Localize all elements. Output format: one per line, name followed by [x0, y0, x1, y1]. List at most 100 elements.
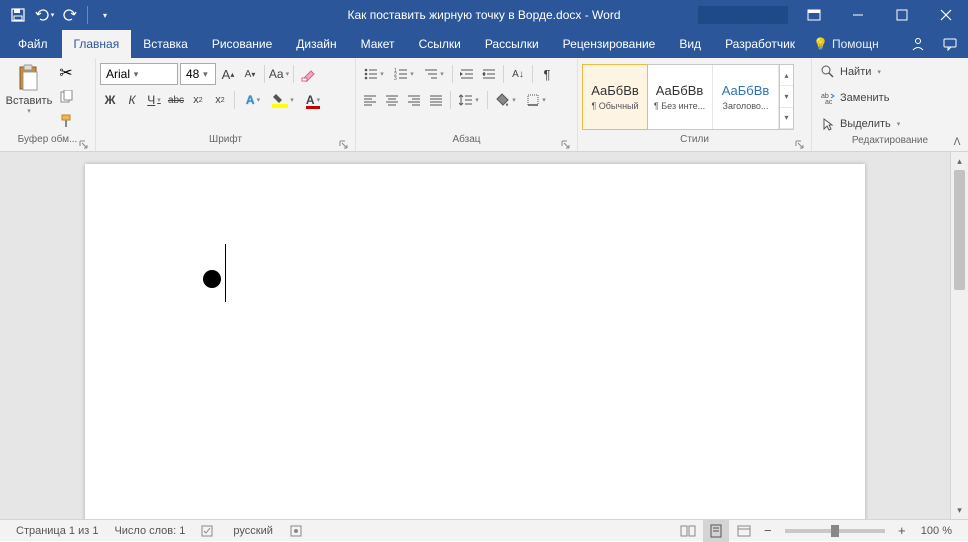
tab-draw[interactable]: Рисование [200, 30, 284, 58]
styles-scroll-down[interactable]: ▾ [780, 86, 793, 107]
svg-text:ac: ac [825, 99, 833, 105]
qat-customize-button[interactable]: ▾ [93, 3, 117, 27]
shrink-font-button[interactable]: A▾ [240, 63, 260, 85]
zoom-in-button[interactable]: + [893, 522, 911, 540]
comments-button[interactable] [940, 34, 960, 54]
styles-scroll-up[interactable]: ▴ [780, 65, 793, 86]
find-button[interactable]: Найти ▾ [816, 61, 904, 83]
document-viewport[interactable] [0, 152, 950, 519]
svg-text:3: 3 [394, 76, 397, 80]
underline-button[interactable]: Ч [144, 89, 164, 111]
status-language[interactable]: русский [225, 520, 280, 541]
tell-me-search[interactable]: 💡 Помощн [813, 30, 879, 58]
vertical-scrollbar[interactable]: ▴ ▾ [950, 152, 968, 519]
font-name-combo[interactable]: Arial▾ [100, 63, 178, 85]
maximize-button[interactable] [880, 0, 924, 30]
view-read-mode[interactable] [675, 520, 701, 542]
font-group-label: Шрифт [209, 134, 242, 145]
document-page[interactable] [85, 164, 865, 519]
align-center-button[interactable] [382, 89, 402, 111]
align-right-button[interactable] [404, 89, 424, 111]
paragraph-launcher[interactable] [561, 140, 571, 150]
zoom-level[interactable]: 100 % [913, 525, 960, 537]
status-page[interactable]: Страница 1 из 1 [8, 520, 106, 541]
superscript-button[interactable]: x2 [210, 89, 230, 111]
change-case-button[interactable]: Aa [269, 63, 289, 85]
cut-button[interactable]: ✂ [56, 63, 76, 83]
subscript-button[interactable]: x2 [188, 89, 208, 111]
status-word-count[interactable]: Число слов: 1 [106, 520, 193, 541]
styles-group-label: Стили [680, 134, 709, 145]
tab-view[interactable]: Вид [667, 30, 713, 58]
scroll-down-button[interactable]: ▾ [951, 501, 968, 519]
styles-launcher[interactable] [795, 140, 805, 150]
show-marks-button[interactable]: ¶ [537, 63, 557, 85]
decrease-indent-button[interactable] [457, 63, 477, 85]
view-print-layout[interactable] [703, 520, 729, 542]
font-size-combo[interactable]: 48▾ [180, 63, 216, 85]
tab-insert[interactable]: Вставка [131, 30, 200, 58]
tab-layout[interactable]: Макет [349, 30, 407, 58]
multilevel-list-button[interactable] [420, 63, 448, 85]
minimize-button[interactable] [836, 0, 880, 30]
bullets-button[interactable] [360, 63, 388, 85]
style-normal[interactable]: АаБбВв ¶ Обычный [582, 64, 648, 130]
ribbon-display-options[interactable] [792, 0, 836, 30]
tab-design[interactable]: Дизайн [284, 30, 348, 58]
share-button[interactable] [908, 34, 928, 54]
tab-review[interactable]: Рецензирование [551, 30, 668, 58]
paste-button[interactable]: Вставить ▾ [4, 61, 54, 115]
format-painter-button[interactable] [56, 111, 76, 131]
zoom-slider[interactable] [785, 529, 885, 533]
borders-button[interactable] [522, 89, 550, 111]
tab-mailings[interactable]: Рассылки [473, 30, 551, 58]
undo-button[interactable]: ▾ [32, 3, 56, 27]
strikethrough-button[interactable]: abc [166, 89, 186, 111]
grow-font-button[interactable]: A▴ [218, 63, 238, 85]
highlight-button[interactable] [269, 89, 297, 111]
zoom-slider-handle[interactable] [831, 525, 839, 537]
clear-formatting-button[interactable] [298, 63, 318, 85]
save-button[interactable] [6, 3, 30, 27]
style-heading1[interactable]: АаБбВв Заголово... [713, 65, 779, 129]
text-cursor [225, 244, 226, 302]
italic-button[interactable]: К [122, 89, 142, 111]
line-spacing-button[interactable] [455, 89, 483, 111]
styles-gallery: АаБбВв ¶ Обычный АаБбВв ¶ Без инте... Аа… [582, 64, 794, 130]
view-web-layout[interactable] [731, 520, 757, 542]
zoom-out-button[interactable]: − [759, 522, 777, 540]
styles-more-button[interactable]: ▾ [780, 108, 793, 129]
svg-text:1: 1 [394, 68, 397, 74]
align-left-button[interactable] [360, 89, 380, 111]
tab-home[interactable]: Главная [62, 30, 132, 58]
text-effects-button[interactable]: A [239, 89, 267, 111]
paste-label: Вставить [6, 95, 53, 107]
tab-file[interactable]: Файл [4, 30, 62, 58]
justify-button[interactable] [426, 89, 446, 111]
font-launcher[interactable] [339, 140, 349, 150]
copy-button[interactable] [56, 87, 76, 107]
collapse-ribbon-button[interactable]: ᐱ [950, 135, 964, 149]
account-area[interactable] [698, 6, 788, 24]
redo-button[interactable] [58, 3, 82, 27]
scroll-up-button[interactable]: ▴ [951, 152, 968, 170]
increase-indent-button[interactable] [479, 63, 499, 85]
window-title: Как поставить жирную точку в Ворде.docx … [348, 8, 621, 22]
tab-references[interactable]: Ссылки [407, 30, 473, 58]
status-spell-check[interactable] [193, 520, 225, 541]
scroll-thumb[interactable] [954, 170, 965, 290]
status-macro[interactable] [281, 520, 311, 541]
style-no-spacing[interactable]: АаБбВв ¶ Без инте... [647, 65, 713, 129]
shading-button[interactable] [492, 89, 520, 111]
tell-me-label: Помощн [832, 37, 879, 51]
clipboard-icon [13, 63, 45, 95]
replace-button[interactable]: abac Заменить [816, 87, 904, 109]
select-button[interactable]: Выделить ▾ [816, 113, 904, 135]
clipboard-launcher[interactable] [79, 140, 89, 150]
font-color-button[interactable]: A [299, 89, 327, 111]
tab-developer[interactable]: Разработчик [713, 30, 807, 58]
sort-button[interactable]: A↓ [508, 63, 528, 85]
bold-button[interactable]: Ж [100, 89, 120, 111]
numbering-button[interactable]: 123 [390, 63, 418, 85]
close-button[interactable] [924, 0, 968, 30]
